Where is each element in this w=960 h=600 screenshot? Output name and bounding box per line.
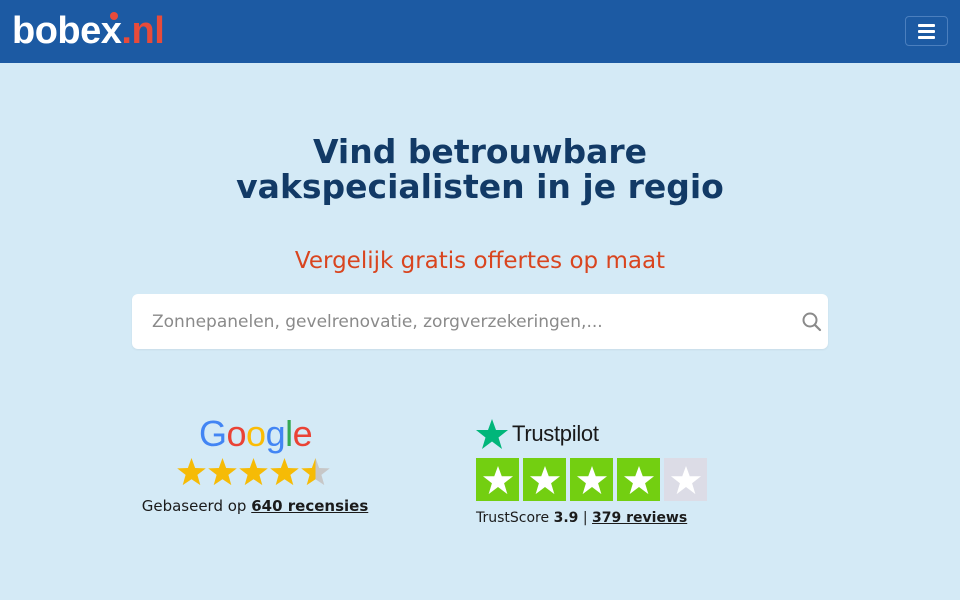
logo-main-text: bobe (12, 10, 101, 52)
search-bar (132, 294, 828, 349)
google-star (208, 458, 237, 486)
google-rating-stars (177, 458, 330, 486)
google-star (239, 458, 268, 486)
logo-x-letter: x (100, 10, 122, 52)
trustscore-value: 3.9 (553, 510, 579, 526)
google-star (177, 458, 206, 486)
trustscore-caption: TrustScore 3.9 | 379 reviews (476, 508, 687, 528)
trustpilot-star (664, 458, 707, 501)
trustpilot-star (476, 458, 519, 501)
logo-accent-dot (109, 12, 118, 20)
hamburger-menu-button[interactable] (905, 16, 948, 46)
trustpilot-rating-stars (476, 458, 711, 501)
trustpilot-star (617, 458, 660, 501)
google-star (301, 458, 330, 486)
hero-subtitle: Vergelijk gratis offertes op maat (294, 248, 666, 274)
google-reviews-link[interactable]: 640 recensies (251, 497, 368, 515)
search-icon[interactable] (801, 311, 823, 333)
trustpilot-logo: Trustpilot (476, 418, 599, 450)
hero-title-line2: vakspecialisten in je regio (236, 167, 724, 206)
google-reviews-caption: Gebaseerd op 640 recensies (100, 496, 410, 516)
trustpilot-star (570, 458, 613, 501)
hero-title-line1: Vind betrouwbare (312, 132, 648, 171)
google-logo: Google (199, 413, 313, 454)
trustpilot-star (523, 458, 566, 501)
trustscore-separator: | (582, 510, 588, 526)
google-star (270, 458, 299, 486)
bobex-logo[interactable]: bobe x .nl (12, 10, 165, 52)
trustscore-label: TrustScore (476, 510, 550, 526)
top-navbar: bobe x .nl (0, 0, 960, 63)
google-caption-prefix: Gebaseerd op (141, 497, 247, 515)
hamburger-menu-icon (918, 23, 935, 27)
logo-tld-text: .nl (121, 10, 165, 52)
search-input[interactable] (132, 294, 782, 349)
trustpilot-reviews-link[interactable]: 379 reviews (592, 510, 687, 526)
hero-title: Vind betrouwbare vakspecialisten in je r… (180, 134, 780, 204)
trustpilot-star-icon (476, 419, 508, 449)
trustpilot-logo-text: Trustpilot (512, 421, 599, 446)
